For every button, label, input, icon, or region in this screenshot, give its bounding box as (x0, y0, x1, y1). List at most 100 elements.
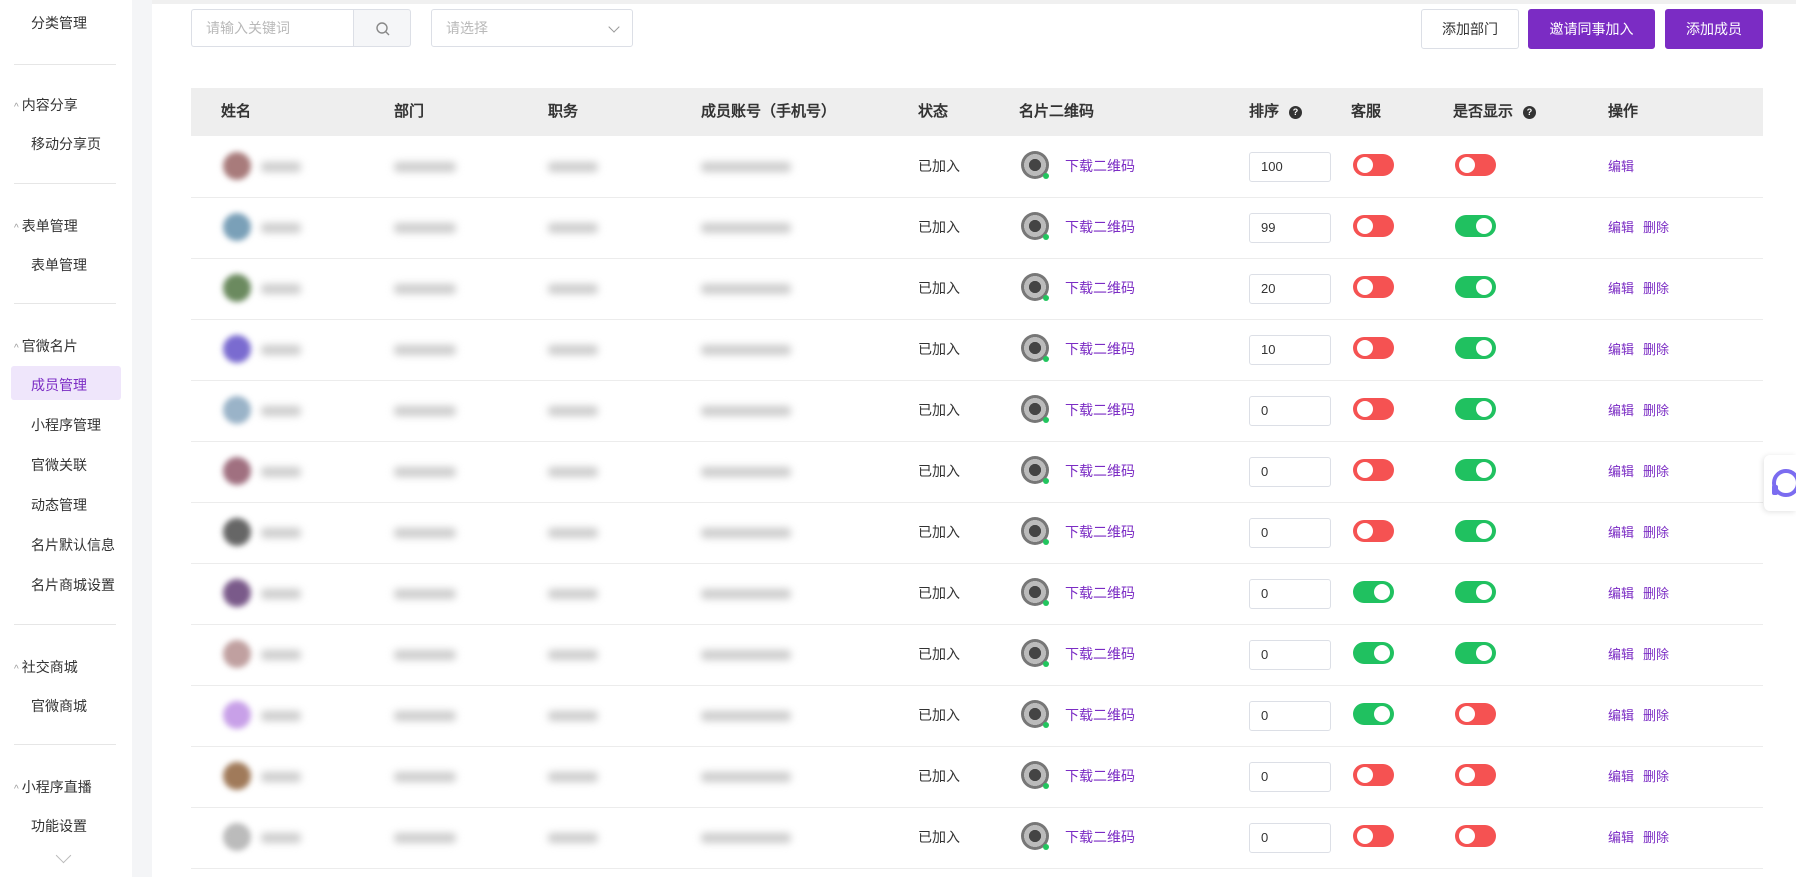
sidebar-group-social-mall[interactable]: ^ 社交商城 (14, 657, 78, 677)
show-toggle[interactable] (1455, 703, 1496, 725)
customer-service-toggle[interactable] (1353, 764, 1394, 786)
customer-service-toggle[interactable] (1353, 581, 1394, 603)
customer-service-toggle[interactable] (1353, 276, 1394, 298)
sidebar-item-mobile-share[interactable]: 移动分享页 (31, 134, 101, 154)
sort-input[interactable]: 0 (1249, 579, 1331, 609)
show-toggle[interactable] (1455, 581, 1496, 603)
sidebar-item-official-mall[interactable]: 官微商城 (31, 696, 87, 716)
customer-service-toggle[interactable] (1353, 215, 1394, 237)
show-toggle[interactable] (1455, 215, 1496, 237)
download-qrcode-link[interactable]: 下载二维码 (1065, 441, 1135, 502)
sort-input[interactable]: 0 (1249, 518, 1331, 548)
sort-input[interactable]: 0 (1249, 823, 1331, 853)
customer-service-toggle[interactable] (1353, 703, 1394, 725)
show-toggle[interactable] (1455, 337, 1496, 359)
delete-link[interactable]: 删除 (1643, 624, 1669, 685)
sidebar-item-card-default[interactable]: 名片默认信息 (31, 535, 115, 555)
sort-input[interactable]: 10 (1249, 335, 1331, 365)
download-qrcode-link[interactable]: 下载二维码 (1065, 685, 1135, 746)
add-department-button[interactable]: 添加部门 (1421, 9, 1519, 49)
sidebar-item-link[interactable]: 官微关联 (31, 455, 87, 475)
sort-input[interactable]: 0 (1249, 701, 1331, 731)
edit-link[interactable]: 编辑 (1608, 563, 1634, 624)
customer-service-toggle[interactable] (1353, 520, 1394, 542)
chevron-down-icon[interactable] (55, 847, 72, 864)
download-qrcode-link[interactable]: 下载二维码 (1065, 319, 1135, 380)
delete-link[interactable]: 删除 (1643, 502, 1669, 563)
download-qrcode-link[interactable]: 下载二维码 (1065, 380, 1135, 441)
add-member-button[interactable]: 添加成员 (1665, 9, 1763, 49)
show-toggle[interactable] (1455, 825, 1496, 847)
delete-link[interactable]: 删除 (1643, 563, 1669, 624)
show-toggle[interactable] (1455, 398, 1496, 420)
department-select[interactable]: 请选择 (431, 9, 633, 47)
sort-input[interactable]: 0 (1249, 640, 1331, 670)
invite-colleague-button[interactable]: 邀请同事加入 (1528, 9, 1655, 49)
delete-link[interactable]: 删除 (1643, 441, 1669, 502)
search-input[interactable]: 请输入关键词 (191, 9, 353, 47)
download-qrcode-link[interactable]: 下载二维码 (1065, 502, 1135, 563)
customer-service-toggle[interactable] (1353, 398, 1394, 420)
sidebar-item-category[interactable]: 分类管理 (31, 13, 87, 33)
sort-input[interactable]: 20 (1249, 274, 1331, 304)
delete-link[interactable]: 删除 (1643, 807, 1669, 868)
sidebar-group-form[interactable]: ^ 表单管理 (14, 216, 78, 236)
show-toggle[interactable] (1455, 764, 1496, 786)
show-toggle[interactable] (1455, 154, 1496, 176)
edit-link[interactable]: 编辑 (1608, 502, 1634, 563)
toggle-knob (1476, 645, 1492, 661)
customer-service-toggle[interactable] (1353, 337, 1394, 359)
show-toggle[interactable] (1455, 276, 1496, 298)
download-qrcode-link[interactable]: 下载二维码 (1065, 258, 1135, 319)
download-qrcode-link[interactable]: 下载二维码 (1065, 807, 1135, 868)
customer-service-toggle[interactable] (1353, 154, 1394, 176)
delete-link[interactable]: 删除 (1643, 685, 1669, 746)
customer-service-float-button[interactable] (1764, 455, 1796, 511)
edit-link[interactable]: 编辑 (1608, 441, 1634, 502)
edit-link[interactable]: 编辑 (1608, 807, 1634, 868)
sort-input[interactable]: 0 (1249, 762, 1331, 792)
show-toggle[interactable] (1455, 459, 1496, 481)
delete-link[interactable]: 删除 (1643, 746, 1669, 807)
caret-up-icon: ^ (14, 664, 19, 675)
delete-link[interactable]: 删除 (1643, 380, 1669, 441)
sidebar-item-feed[interactable]: 动态管理 (31, 495, 87, 515)
customer-service-toggle[interactable] (1353, 459, 1394, 481)
edit-link[interactable]: 编辑 (1608, 136, 1634, 197)
download-qrcode-link[interactable]: 下载二维码 (1065, 746, 1135, 807)
delete-link[interactable]: 删除 (1643, 197, 1669, 258)
sidebar-item-feature-settings[interactable]: 功能设置 (31, 816, 87, 836)
edit-link[interactable]: 编辑 (1608, 746, 1634, 807)
sidebar-group-card[interactable]: ^ 官微名片 (14, 336, 78, 356)
edit-link[interactable]: 编辑 (1608, 380, 1634, 441)
edit-link[interactable]: 编辑 (1608, 258, 1634, 319)
sort-input[interactable]: 0 (1249, 457, 1331, 487)
sidebar-group-live[interactable]: ^ 小程序直播 (14, 777, 92, 797)
download-qrcode-link[interactable]: 下载二维码 (1065, 624, 1135, 685)
sidebar-item-miniprogram[interactable]: 小程序管理 (31, 415, 101, 435)
sort-input[interactable]: 99 (1249, 213, 1331, 243)
edit-link[interactable]: 编辑 (1608, 319, 1634, 380)
sort-input[interactable]: 100 (1249, 152, 1331, 182)
avatar (223, 396, 251, 424)
customer-service-toggle[interactable] (1353, 642, 1394, 664)
help-icon[interactable]: ? (1289, 105, 1303, 119)
help-icon[interactable]: ? (1523, 105, 1537, 119)
search-button[interactable] (353, 9, 411, 47)
sort-input[interactable]: 0 (1249, 396, 1331, 426)
edit-link[interactable]: 编辑 (1608, 624, 1634, 685)
show-toggle[interactable] (1455, 520, 1496, 542)
sidebar-item-member-manage[interactable]: 成员管理 (31, 375, 87, 395)
download-qrcode-link[interactable]: 下载二维码 (1065, 136, 1135, 197)
delete-link[interactable]: 删除 (1643, 319, 1669, 380)
show-toggle[interactable] (1455, 642, 1496, 664)
sidebar-item-form-manage[interactable]: 表单管理 (31, 255, 87, 275)
sidebar-item-card-mall[interactable]: 名片商城设置 (31, 575, 115, 595)
customer-service-toggle[interactable] (1353, 825, 1394, 847)
sidebar-group-content-share[interactable]: ^ 内容分享 (14, 95, 78, 115)
edit-link[interactable]: 编辑 (1608, 197, 1634, 258)
delete-link[interactable]: 删除 (1643, 258, 1669, 319)
download-qrcode-link[interactable]: 下载二维码 (1065, 563, 1135, 624)
edit-link[interactable]: 编辑 (1608, 685, 1634, 746)
download-qrcode-link[interactable]: 下载二维码 (1065, 197, 1135, 258)
